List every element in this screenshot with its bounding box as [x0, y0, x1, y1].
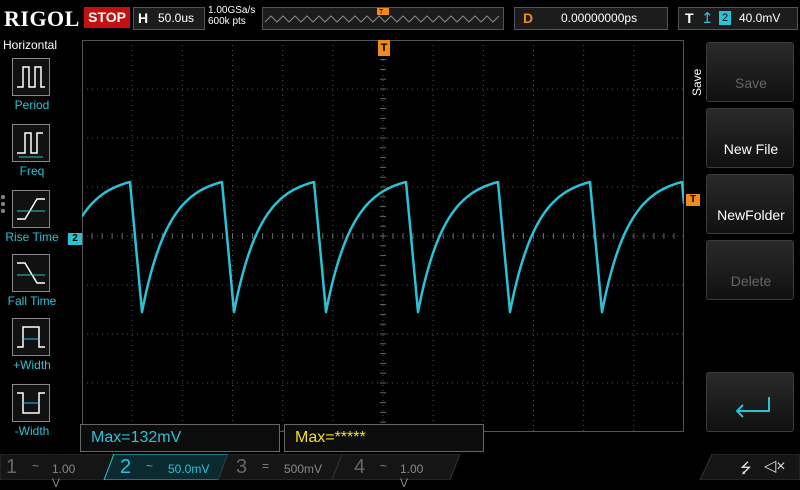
- new-folder-button[interactable]: NewFolder: [706, 174, 794, 234]
- menu-period-label: Period: [14, 98, 50, 112]
- delay-box[interactable]: D 0.00000000ps: [514, 7, 668, 30]
- timebase-value: 50.0us: [158, 11, 195, 25]
- measurement-ch2-max-text: Max=132mV: [91, 429, 182, 446]
- channel-1-coupling: ~: [32, 459, 40, 473]
- trigger-label: T: [685, 10, 694, 26]
- delay-value: 0.00000000ps: [561, 11, 638, 25]
- enter-button[interactable]: [706, 372, 794, 432]
- horizontal-timebase[interactable]: H 50.0us: [133, 7, 205, 30]
- new-file-button[interactable]: New File: [706, 108, 794, 168]
- svg-text:T: T: [379, 9, 384, 16]
- menu-positive-width-label: +Width: [13, 358, 51, 372]
- menu-rise-time-label: Rise Time: [5, 230, 59, 244]
- channel-3-scale: 500mV: [284, 462, 323, 476]
- trigger-source: 2: [719, 11, 731, 25]
- rising-edge-icon: ↥: [701, 10, 714, 27]
- channel-2-number: 2: [120, 456, 132, 478]
- usb-icon: ⭍: [740, 460, 752, 476]
- waveform-display[interactable]: [82, 40, 684, 432]
- right-menu-title: Save: [690, 68, 704, 96]
- menu-period[interactable]: Period: [0, 58, 64, 122]
- enter-icon: [735, 397, 770, 418]
- menu-freq[interactable]: Freq: [0, 124, 64, 188]
- sample-rate: 1.00GSa/s: [208, 5, 256, 16]
- new-file-button-label: New File: [723, 141, 779, 157]
- trigger-position-marker[interactable]: T: [378, 40, 390, 56]
- delete-button-label: Delete: [730, 273, 772, 289]
- horizontal-label: H: [138, 10, 149, 26]
- frequency-icon: [12, 124, 50, 162]
- run-stop-button[interactable]: STOP: [84, 7, 130, 28]
- period-icon: [12, 58, 50, 96]
- channel-1-scale: 1.00 V: [52, 462, 76, 490]
- channel-2-waveform: [82, 180, 684, 314]
- fall-time-icon: [12, 254, 50, 292]
- channel-4-scale: 1.00 V: [400, 462, 424, 490]
- channel-2-coupling: ~: [146, 459, 154, 473]
- trigger-box[interactable]: T ↥ 2 40.0mV: [678, 7, 798, 30]
- memory-overview[interactable]: T: [262, 7, 504, 30]
- menu-negative-width[interactable]: -Width: [0, 384, 64, 448]
- channel-2-offset-marker[interactable]: 2: [68, 233, 82, 245]
- menu-fall-time-label: Fall Time: [7, 294, 57, 308]
- menu-negative-width-label: -Width: [14, 424, 50, 438]
- new-folder-button-label: NewFolder: [717, 207, 785, 223]
- negative-width-icon: [12, 384, 50, 422]
- memory-depth: 600k pts: [208, 16, 246, 27]
- acquisition-info: 1.00GSa/s 600k pts: [208, 5, 255, 27]
- measurement-ch1-max-text: Max=*****: [295, 429, 366, 446]
- delay-label: D: [523, 10, 534, 26]
- memory-overview-waveform: T: [264, 8, 500, 23]
- speaker-mute-icon[interactable]: ◁×: [764, 456, 786, 476]
- brand-logo: RIGOL: [4, 6, 80, 31]
- menu-freq-label: Freq: [19, 164, 45, 178]
- channel-4-coupling: ~: [380, 459, 388, 473]
- save-button-label: Save: [735, 75, 767, 91]
- channel-3-coupling: =: [262, 459, 270, 473]
- channel-1-number: 1: [6, 456, 18, 478]
- trigger-level-marker[interactable]: T: [686, 194, 700, 206]
- measurement-ch1-max[interactable]: Max=*****: [284, 424, 484, 452]
- channel-2-scale: 50.0mV: [168, 462, 210, 476]
- save-button[interactable]: Save: [706, 42, 794, 102]
- trigger-level: 40.0mV: [739, 11, 781, 25]
- delete-button[interactable]: Delete: [706, 240, 794, 300]
- graticule: [82, 40, 684, 432]
- menu-positive-width[interactable]: +Width: [0, 318, 64, 382]
- left-menu-title: Horizontal: [2, 38, 58, 52]
- rise-time-icon: [12, 190, 50, 228]
- positive-width-icon: [12, 318, 50, 356]
- channel-3-number: 3: [236, 456, 248, 478]
- measurement-ch2-max[interactable]: Max=132mV: [80, 424, 280, 452]
- menu-rise-time[interactable]: Rise Time: [0, 190, 64, 254]
- channel-4-number: 4: [354, 456, 366, 478]
- menu-fall-time[interactable]: Fall Time: [0, 254, 64, 318]
